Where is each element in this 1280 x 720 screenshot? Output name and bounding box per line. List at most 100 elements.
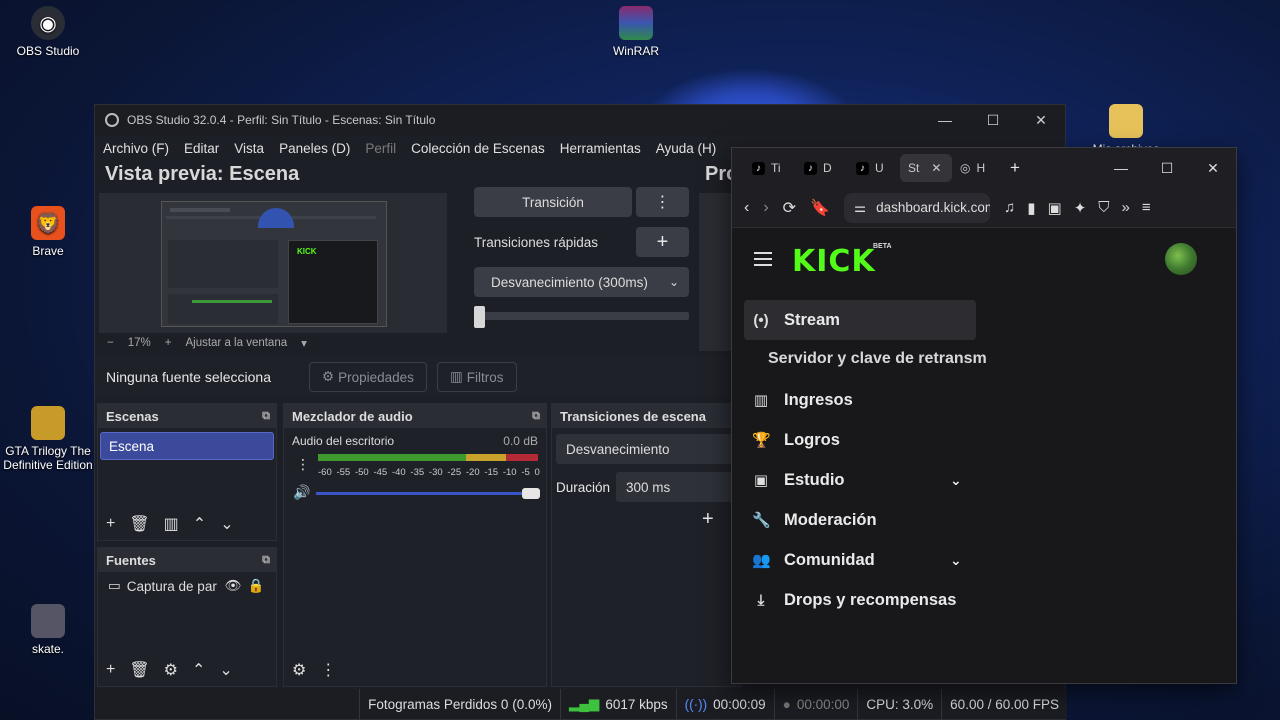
brave-lion-icon: 🦁 — [31, 206, 65, 240]
menu-archivo[interactable]: Archivo (F) — [103, 141, 169, 156]
lock-icon[interactable]: 🔒 — [248, 578, 265, 594]
gear-icon[interactable]: ⚙ — [164, 660, 178, 680]
menu-moderacion[interactable]: 🔧 Moderación — [744, 500, 976, 540]
desktop-icon-brave[interactable]: 🦁 Brave — [0, 206, 96, 258]
source-name: Captura de par — [126, 578, 217, 594]
transition-options-icon[interactable]: ⋮ — [636, 187, 689, 217]
tab-obs[interactable]: ◎ H — [952, 154, 1004, 182]
tab-tiktok-2[interactable]: ♪ D — [796, 154, 848, 182]
add-icon[interactable]: + — [106, 661, 115, 679]
menu-comunidad[interactable]: 👥 Comunidad ⌄ — [744, 540, 976, 580]
wallet-icon[interactable]: ▣ — [1048, 199, 1062, 217]
menu-drops[interactable]: ⤓ Drops y recompensas — [744, 580, 976, 620]
desktop-icon-winrar[interactable]: WinRAR — [588, 6, 684, 58]
add-quick-transition-button[interactable]: + — [636, 227, 689, 257]
tbar-handle[interactable] — [474, 306, 485, 328]
volume-handle[interactable] — [522, 488, 540, 499]
close-tab-icon[interactable]: ✕ — [931, 161, 941, 175]
kick-logo[interactable]: KICK — [792, 244, 876, 279]
menu-editar[interactable]: Editar — [184, 141, 219, 156]
obs-titlebar: OBS Studio 32.0.4 - Perfil: Sin Título -… — [95, 105, 1065, 135]
menu-stream[interactable]: (•) Stream — [744, 300, 976, 340]
menu-paneles[interactable]: Paneles (D) — [279, 141, 350, 156]
tab-tiktok-3[interactable]: ♪ U — [848, 154, 900, 182]
fit-window-dropdown[interactable]: Ajustar a la ventana — [185, 337, 287, 349]
sidebar-icon[interactable]: ▮ — [1027, 199, 1035, 217]
properties-button[interactable]: ⚙ Propiedades — [309, 362, 427, 392]
close-icon[interactable]: ✕ — [1017, 112, 1065, 129]
minimize-icon[interactable]: — — [1098, 160, 1144, 177]
avatar[interactable] — [1165, 243, 1197, 275]
chevron-down-icon[interactable]: ⌄ — [219, 660, 232, 680]
popout-icon[interactable]: ⧉ — [532, 410, 540, 423]
transition-type-select[interactable]: Desvanecimiento — [556, 434, 740, 464]
desktop-icon-skate[interactable]: skate. — [0, 604, 96, 656]
add-icon[interactable]: + — [702, 508, 714, 531]
broadcast-icon: ((·)) — [684, 696, 708, 712]
scene-item[interactable]: Escena — [100, 432, 274, 460]
transition-button[interactable]: Transición — [474, 187, 632, 217]
mixer-settings-icon[interactable]: ⚙ — [292, 660, 306, 680]
reload-icon[interactable]: ⟳ — [783, 198, 796, 218]
zoom-out-button[interactable]: − — [107, 337, 114, 349]
trash-icon[interactable]: 🗑 — [129, 660, 149, 680]
source-item[interactable]: ▭ Captura de par 👁 🔒 — [98, 572, 276, 600]
more-chevron-icon[interactable]: » — [1122, 199, 1130, 217]
forward-icon[interactable]: › — [763, 199, 768, 217]
hamburger-icon[interactable] — [754, 252, 772, 270]
beta-badge: BETA — [873, 243, 892, 250]
music-icon[interactable]: ♫ — [1004, 199, 1015, 217]
maximize-icon[interactable]: ☐ — [1144, 160, 1190, 177]
ai-sparkle-icon[interactable]: ✦ — [1074, 199, 1087, 217]
close-icon[interactable]: ✕ — [1190, 160, 1236, 177]
tab-tiktok-1[interactable]: ♪ Ti — [744, 154, 796, 182]
menu-estudio[interactable]: ▣ Estudio ⌄ — [744, 460, 976, 500]
chevron-up-icon[interactable]: ⌃ — [193, 514, 206, 534]
site-settings-icon[interactable]: ⚌ — [854, 200, 866, 216]
eye-icon[interactable]: 👁 — [225, 578, 242, 594]
meter-tick: -60 — [318, 467, 332, 478]
menu-stream-key[interactable]: Servidor y clave de retransm — [768, 350, 987, 368]
chevron-down-icon[interactable]: ⌄ — [950, 472, 962, 489]
bookmark-icon[interactable]: 🔖 — [810, 198, 830, 218]
duration-input[interactable]: 300 ms — [616, 472, 740, 502]
zoom-in-button[interactable]: + — [165, 337, 172, 349]
preview-canvas[interactable]: KICK — [99, 193, 447, 333]
preview-title: Vista previa: Escena — [105, 163, 300, 185]
add-icon[interactable]: + — [106, 515, 115, 533]
vpn-shield-icon[interactable]: ⛉ — [1098, 199, 1109, 217]
channel-options-icon[interactable]: ⋮ — [296, 456, 310, 473]
menu-logros[interactable]: 🏆 Logros — [744, 420, 976, 460]
tab-active[interactable]: St ✕ — [900, 154, 952, 182]
minimize-icon[interactable]: — — [921, 112, 969, 129]
filters-button[interactable]: ▥ Filtros — [437, 362, 517, 392]
menu-perfil[interactable]: Perfil — [365, 141, 396, 156]
maximize-icon[interactable]: ☐ — [969, 112, 1017, 129]
speaker-icon[interactable]: 🔊 — [293, 484, 310, 501]
new-tab-icon[interactable]: + — [1010, 158, 1020, 178]
mixer-options-icon[interactable]: ⋮ — [320, 660, 336, 680]
back-icon[interactable]: ‹ — [744, 199, 749, 217]
address-bar[interactable]: ⚌ dashboard.kick.com — [843, 192, 990, 223]
quick-transition-select[interactable]: Desvanecimiento (300ms) ⌄ — [474, 267, 689, 297]
popout-icon[interactable]: ⧉ — [262, 554, 270, 567]
chevron-down-icon[interactable]: ▾ — [301, 336, 307, 350]
menu-ayuda[interactable]: Ayuda (H) — [656, 141, 717, 156]
filter-icon[interactable]: ▥ — [164, 514, 179, 534]
menu-icon[interactable]: ≡ — [1142, 199, 1151, 217]
chevron-down-icon[interactable]: ⌄ — [220, 514, 233, 534]
desktop-icon-obs[interactable]: ◉ OBS Studio — [0, 6, 96, 58]
trash-icon[interactable]: 🗑 — [129, 514, 149, 534]
tbar-slider[interactable] — [474, 306, 689, 328]
menu-coleccion[interactable]: Colección de Escenas — [411, 141, 545, 156]
desktop-icon-gta[interactable]: GTA Trilogy The Definitive Edition — [0, 406, 96, 472]
popout-icon[interactable]: ⧉ — [262, 410, 270, 423]
menu-vista[interactable]: Vista — [234, 141, 264, 156]
chevron-down-icon[interactable]: ⌄ — [950, 552, 962, 569]
tiktok-icon: ♪ — [804, 161, 817, 175]
menu-ingresos[interactable]: ▥ Ingresos — [744, 380, 976, 420]
menu-herramientas[interactable]: Herramientas — [560, 141, 641, 156]
mixer-title: Mezclador de audio — [292, 408, 413, 424]
chevron-up-icon[interactable]: ⌃ — [192, 660, 205, 680]
volume-slider[interactable] — [316, 488, 540, 499]
